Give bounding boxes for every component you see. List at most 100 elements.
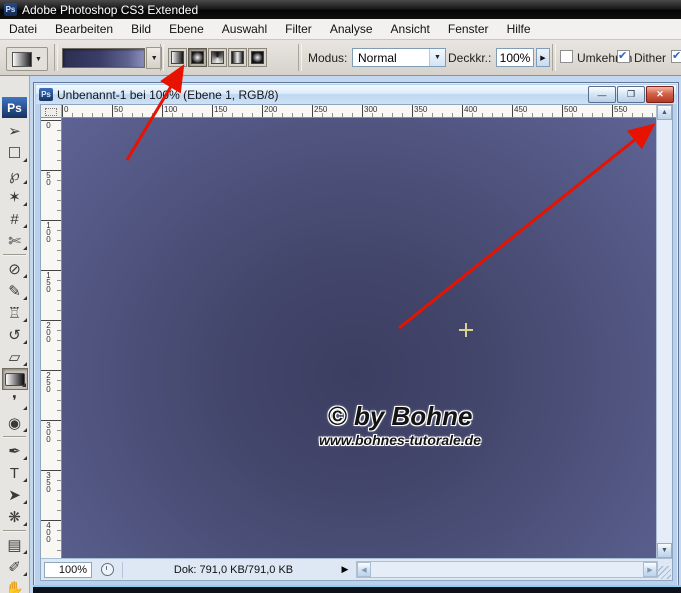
- tool-separator: [3, 254, 26, 256]
- blend-mode-select[interactable]: Normal ▼: [352, 48, 446, 67]
- divider: [298, 44, 302, 71]
- timer-icon: [101, 563, 114, 576]
- scroll-down-button[interactable]: ▼: [657, 543, 672, 558]
- gradient-type-linear[interactable]: [168, 48, 187, 67]
- tool-notes[interactable]: ▤: [2, 534, 28, 556]
- menu-filter[interactable]: Filter: [276, 19, 321, 39]
- tool-separator: [3, 530, 26, 532]
- transparency-checkbox[interactable]: [671, 49, 681, 63]
- scroll-down-icon: ▼: [661, 547, 668, 554]
- v-ruler-label: 0: [44, 121, 53, 128]
- horizontal-scrollbar[interactable]: ◀ ▶: [356, 561, 658, 578]
- watermark: © by Bohne www.bohnes-tutorale.de: [294, 401, 506, 449]
- tool-rectangular-marquee[interactable]: ☐: [2, 142, 28, 164]
- tool-crop[interactable]: #: [2, 208, 28, 230]
- tool-custom-shape[interactable]: ❋: [2, 506, 28, 528]
- gradient-type-angle[interactable]: [208, 48, 227, 67]
- blend-mode-value: Normal: [358, 50, 397, 65]
- tool-lasso[interactable]: ℘: [2, 164, 28, 186]
- tool-clone-stamp[interactable]: ♖: [2, 302, 28, 324]
- vertical-ruler: 0 50 100 150 200 250 300 350 400: [41, 118, 62, 558]
- tool-eraser[interactable]: ▱: [2, 346, 28, 368]
- gradient-editor-well[interactable]: ▼: [62, 47, 162, 69]
- tool-preset-picker[interactable]: ▼: [6, 47, 48, 71]
- vertical-scrollbar[interactable]: ▲ ▼: [656, 105, 672, 558]
- canvas[interactable]: [62, 118, 659, 560]
- tool-eyedropper[interactable]: ✐: [2, 556, 28, 578]
- divider: [54, 44, 58, 71]
- h-ruler-label: 300: [364, 105, 378, 114]
- document-title-bar[interactable]: Ps Unbenannt-1 bei 100% (Ebene 1, RGB/8)…: [36, 85, 676, 104]
- menu-bearbeiten[interactable]: Bearbeiten: [46, 19, 122, 39]
- reverse-checkbox[interactable]: [560, 50, 573, 63]
- restore-button[interactable]: ❐: [617, 86, 645, 103]
- h-ruler-label: 50: [114, 105, 123, 114]
- gradient-type-diamond[interactable]: [248, 48, 267, 67]
- divider: [552, 44, 556, 71]
- linear-gradient-icon: [171, 51, 184, 64]
- v-ruler-label: 250: [44, 371, 53, 392]
- menu-hilfe[interactable]: Hilfe: [498, 19, 540, 39]
- menu-datei[interactable]: Datei: [0, 19, 46, 39]
- gradient-preview[interactable]: [62, 48, 146, 68]
- tool-magic-wand[interactable]: ✶: [2, 186, 28, 208]
- chevron-down-icon: ▼: [150, 54, 158, 62]
- horizontal-ruler: 0 50 100 150 200 250 300 350 400 450 500 550: [41, 105, 656, 118]
- tool-slice[interactable]: ✄: [2, 230, 28, 252]
- v-ruler-label: 350: [44, 471, 53, 492]
- app-title-bar[interactable]: Ps Adobe Photoshop CS3 Extended: [0, 0, 681, 19]
- tool-dodge[interactable]: ◉: [2, 412, 28, 434]
- h-ruler-label: 350: [414, 105, 428, 114]
- options-bar: ▼ ▼ Modus: Normal ▼ Deckkr.: 100% ▶ Umke…: [0, 40, 681, 76]
- h-ruler-label: 550: [614, 105, 628, 114]
- gradient-type-reflected[interactable]: [228, 48, 247, 67]
- minimize-button[interactable]: —: [588, 86, 616, 103]
- tool-gradient[interactable]: [1, 368, 28, 390]
- document-client: 0 50 100 150 200 250 300 350 400 450 500 550 0 50 100…: [40, 104, 673, 581]
- toolbox: Ps ➢ ☐ ℘ ✶ # ✄ ⊘ ✎ ♖ ↺ ▱ ❜ ◉ ✒ T ➤ ❋ ▤ ✐ ✋: [0, 76, 30, 593]
- gradient-type-radial[interactable]: [188, 48, 207, 67]
- h-ruler-label: 500: [564, 105, 578, 114]
- close-icon: ✕: [656, 89, 664, 99]
- window-controls: — ❐ ✕: [588, 86, 676, 103]
- resize-grip[interactable]: [658, 566, 671, 579]
- ps-logo[interactable]: Ps: [2, 97, 27, 118]
- tool-history-brush[interactable]: ↺: [2, 324, 28, 346]
- h-ruler-label: 150: [214, 105, 228, 114]
- opacity-slider-button[interactable]: ▶: [536, 48, 550, 67]
- tool-hand[interactable]: ✋: [2, 578, 28, 593]
- scroll-right-button[interactable]: ▶: [643, 562, 657, 577]
- divider: [160, 44, 164, 71]
- h-ruler-label: 0: [64, 105, 69, 114]
- menu-bild[interactable]: Bild: [122, 19, 160, 39]
- gradient-tool-icon: [4, 372, 25, 386]
- status-options-button[interactable]: ▶: [338, 564, 352, 575]
- zoom-level-input[interactable]: 100%: [44, 561, 92, 578]
- dither-label: Dither: [634, 51, 667, 65]
- dither-checkbox[interactable]: [617, 49, 630, 63]
- scroll-right-icon: ▶: [647, 566, 653, 574]
- opacity-input[interactable]: 100%: [496, 48, 534, 67]
- scroll-left-button[interactable]: ◀: [357, 562, 371, 577]
- tool-brush[interactable]: ✎: [2, 280, 28, 302]
- tool-move[interactable]: ➢: [2, 120, 28, 142]
- restore-icon: ❐: [626, 89, 636, 99]
- h-ruler-label: 200: [264, 105, 278, 114]
- menu-fenster[interactable]: Fenster: [439, 19, 498, 39]
- menu-ansicht[interactable]: Ansicht: [382, 19, 439, 39]
- h-ruler-label: 400: [464, 105, 478, 114]
- tool-pen[interactable]: ✒: [2, 440, 28, 462]
- scroll-up-icon: ▲: [661, 109, 668, 116]
- tool-spot-healing[interactable]: ⊘: [2, 258, 28, 280]
- tool-blur[interactable]: ❜: [2, 390, 28, 412]
- opacity-label: Deckkr.:: [448, 51, 492, 65]
- status-bar: 100% Dok: 791,0 KB/791,0 KB ▶ ◀ ▶: [41, 558, 672, 580]
- tool-path-selection[interactable]: ➤: [2, 484, 28, 506]
- menu-ebene[interactable]: Ebene: [160, 19, 213, 39]
- menu-analyse[interactable]: Analyse: [321, 19, 382, 39]
- tool-type[interactable]: T: [2, 462, 28, 484]
- tool-list: ➢ ☐ ℘ ✶ # ✄ ⊘ ✎ ♖ ↺ ▱ ❜ ◉ ✒ T ➤ ❋ ▤ ✐ ✋: [0, 120, 29, 593]
- scroll-up-button[interactable]: ▲: [657, 105, 672, 120]
- close-button[interactable]: ✕: [646, 86, 674, 103]
- menu-auswahl[interactable]: Auswahl: [213, 19, 276, 39]
